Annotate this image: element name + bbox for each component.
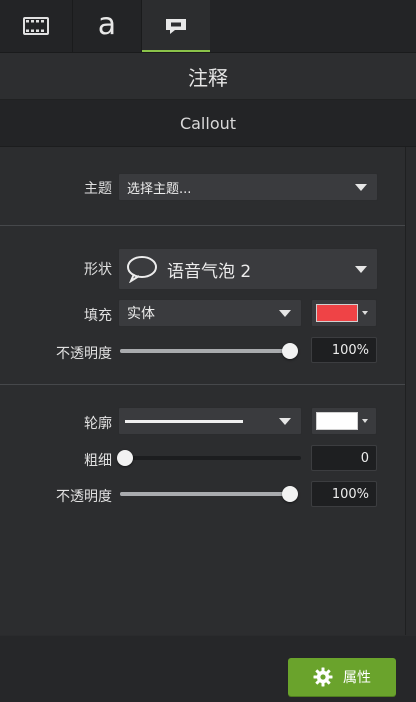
shape-dropdown[interactable]: 语音气泡 2 [118,248,378,290]
speech-bubble-icon [127,256,157,283]
tab-bar: a [0,0,416,53]
slider-fill [120,492,290,496]
chevron-down-icon [355,183,367,191]
properties-button-label: 属性 [343,670,371,686]
tab-callout[interactable] [142,0,210,52]
text-tab-letter: a [97,6,117,42]
fill-opacity-label: 不透明度 [56,346,112,362]
panel-title: 注释 [0,53,416,100]
outline-label: 轮廓 [84,416,112,432]
chevron-down-icon [362,311,368,315]
fill-opacity-input[interactable]: 100% [311,337,377,363]
film-strip-icon [23,17,49,35]
chevron-down-icon [279,417,291,425]
thickness-slider[interactable] [117,450,301,466]
fill-opacity-slider-thumb[interactable] [282,343,298,359]
fill-label: 填充 [84,308,112,324]
chevron-down-icon [355,265,367,273]
panel-subtitle: Callout [0,100,416,147]
fill-type-value: 实体 [127,306,155,322]
properties-button[interactable]: 属性 [288,658,396,696]
theme-value: 选择主题... [127,181,192,197]
callout-properties-panel: 主题 选择主题... 形状 语音气泡 2 填充 实体 不透明度 100% 轮廓 [0,147,406,635]
chevron-down-icon [362,419,368,423]
divider [0,225,405,226]
slider-fill [120,349,290,353]
divider [0,384,405,385]
tab-text[interactable]: a [73,0,142,52]
outline-opacity-label: 不透明度 [56,489,112,505]
theme-label: 主题 [84,181,112,197]
outline-color-picker[interactable] [311,407,377,435]
outline-opacity-slider-thumb[interactable] [282,486,298,502]
gear-icon [313,667,333,687]
chevron-down-icon [279,309,291,317]
fill-type-dropdown[interactable]: 实体 [118,299,302,327]
shape-value: 语音气泡 2 [167,261,252,282]
outline-color-swatch [316,412,358,430]
outline-line-preview [125,419,243,423]
theme-dropdown[interactable]: 选择主题... [118,173,378,201]
thickness-label: 粗细 [84,453,112,469]
fill-color-swatch [316,304,358,322]
tab-media[interactable] [0,0,73,52]
callout-icon [166,19,186,34]
outline-style-dropdown[interactable] [118,407,302,435]
shape-label: 形状 [84,262,112,278]
fill-opacity-slider[interactable] [120,343,298,359]
outline-opacity-slider[interactable] [120,486,298,502]
outline-opacity-input[interactable]: 100% [311,481,377,507]
thickness-slider-thumb[interactable] [117,450,133,466]
fill-color-picker[interactable] [311,299,377,327]
thickness-input[interactable]: 0 [311,445,377,471]
